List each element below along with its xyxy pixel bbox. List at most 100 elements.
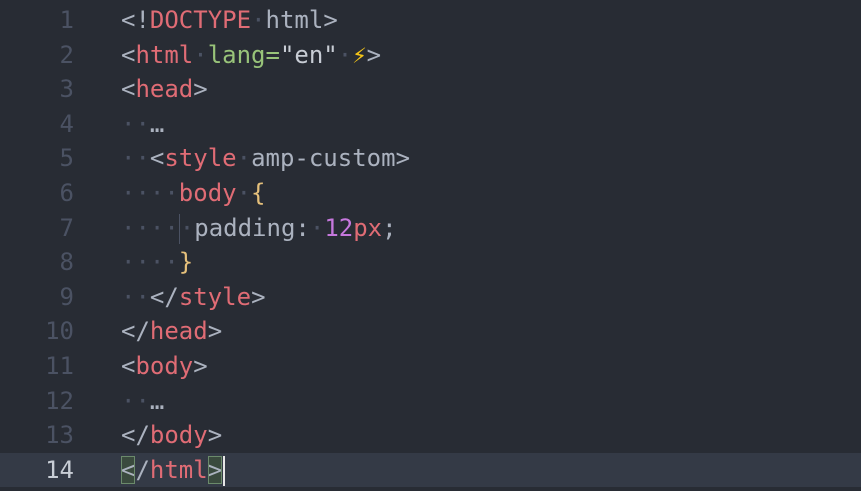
code-text: ·····padding:·12px; — [121, 211, 397, 246]
code-token: </ — [149, 282, 179, 311]
code-token: < — [121, 75, 136, 104]
whitespace-marker: · — [179, 213, 195, 242]
code-token: > — [193, 75, 208, 104]
code-line[interactable]: 9 ··</style> — [0, 280, 861, 315]
code-line[interactable]: 8 ····} — [0, 245, 861, 280]
line-number: 1 — [59, 6, 74, 34]
line-number: 9 — [59, 282, 74, 311]
code-token: amp-custom — [251, 144, 396, 173]
code-token: > — [366, 40, 382, 69]
whitespace-marker: ·· — [121, 144, 150, 173]
code-token: DOCTYPE — [149, 6, 252, 34]
code-token: < — [121, 455, 136, 484]
code-token: head — [135, 75, 194, 104]
code-token: } — [178, 248, 194, 277]
code-token: : — [295, 213, 310, 242]
code-token: > — [323, 6, 338, 34]
code-text: ··<style·amp-custom> — [121, 141, 410, 176]
code-token: / — [135, 455, 150, 484]
code-token: > — [251, 282, 266, 311]
line-number: 2 — [59, 40, 74, 69]
line-number: 3 — [59, 75, 74, 104]
whitespace-marker: ·· — [121, 109, 150, 138]
code-token: px — [353, 213, 383, 242]
whitespace-marker: ···· — [121, 213, 179, 242]
whitespace-marker: · — [236, 144, 252, 173]
code-token: = — [265, 40, 280, 69]
code-text: <html·lang="en"·⚡> — [121, 38, 381, 73]
code-line[interactable]: 7 ·····padding:·12px; — [0, 211, 861, 246]
code-token: … — [149, 109, 165, 138]
line-number: 4 — [59, 109, 74, 138]
code-line[interactable]: 6 ····body·{ — [0, 176, 861, 211]
whitespace-marker: · — [193, 40, 208, 69]
code-token: > — [207, 421, 223, 450]
line-number: 11 — [45, 352, 74, 380]
code-token: body — [149, 421, 208, 450]
whitespace-marker: ·· — [121, 386, 150, 415]
line-number: 5 — [59, 144, 74, 173]
code-text: ··</style> — [121, 280, 266, 315]
whitespace-marker: · — [309, 213, 325, 242]
code-line[interactable]: 1 <!DOCTYPE·html> — [0, 3, 861, 38]
code-token: style — [178, 282, 252, 311]
whitespace-marker: · — [251, 6, 266, 34]
code-token: lang — [207, 40, 266, 69]
code-line[interactable]: 14 </html> — [0, 452, 861, 488]
code-line[interactable]: 4 ··… — [0, 107, 861, 142]
code-token: </ — [121, 317, 150, 346]
line-number: 12 — [45, 386, 74, 415]
code-text: ····body·{ — [121, 176, 266, 211]
line-number: 6 — [59, 179, 74, 207]
whitespace-marker: · — [337, 40, 353, 69]
code-token: ; — [382, 213, 397, 242]
code-token: < — [121, 352, 136, 380]
code-token: > — [207, 455, 223, 484]
line-number: 13 — [45, 421, 74, 450]
code-text: ··… — [121, 384, 164, 419]
code-token: </ — [121, 421, 150, 450]
whitespace-marker: · — [236, 179, 252, 207]
code-token: head — [149, 317, 208, 346]
line-number: 10 — [45, 317, 74, 346]
code-token: <! — [121, 6, 150, 34]
code-token: 12 — [324, 213, 354, 242]
code-token: html — [135, 40, 194, 69]
code-token: … — [149, 386, 165, 415]
code-line[interactable]: 12 ··… — [0, 384, 861, 419]
whitespace-marker: ···· — [121, 248, 179, 277]
code-token: > — [395, 144, 411, 173]
code-token: padding — [194, 213, 296, 242]
code-text: <body> — [121, 349, 208, 384]
code-token: style — [164, 144, 237, 173]
code-text: <!DOCTYPE·html> — [121, 3, 338, 38]
code-token: body — [178, 179, 237, 207]
line-number: 7 — [59, 213, 74, 242]
code-line[interactable]: 13 </body> — [0, 418, 861, 453]
code-line[interactable]: 11 <body> — [0, 349, 861, 384]
code-line[interactable]: 5 ··<style·amp-custom> — [0, 141, 861, 176]
code-token: > — [207, 317, 223, 346]
code-editor[interactable]: 1 <!DOCTYPE·html> 2 <html·lang="en"·⚡> 3 <hea… — [0, 0, 861, 491]
code-text: </head> — [121, 314, 222, 349]
code-text: <head> — [121, 72, 208, 107]
code-token: < — [121, 40, 136, 69]
lightning-icon: ⚡ — [352, 40, 367, 69]
code-token: > — [193, 352, 208, 380]
code-text: ····} — [121, 245, 193, 280]
whitespace-marker: ···· — [121, 179, 179, 207]
line-number: 8 — [59, 248, 74, 277]
whitespace-marker: ·· — [121, 282, 150, 311]
code-line[interactable]: 2 <html·lang="en"·⚡> — [0, 38, 861, 73]
code-token: < — [149, 144, 165, 173]
code-line[interactable]: 10 </head> — [0, 314, 861, 349]
line-number: 14 — [45, 455, 74, 484]
code-text: </html> — [121, 453, 226, 488]
code-token: html — [265, 6, 324, 34]
code-token: html — [149, 455, 208, 484]
code-token: { — [251, 179, 266, 207]
code-text: ··… — [121, 107, 164, 142]
code-text: </body> — [121, 418, 222, 453]
code-token: "en" — [279, 40, 338, 69]
code-line[interactable]: 3 <head> — [0, 72, 861, 107]
